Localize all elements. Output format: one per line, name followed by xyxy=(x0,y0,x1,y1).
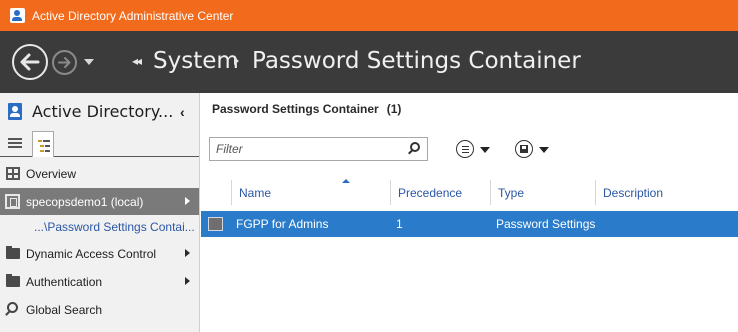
overview-icon xyxy=(6,167,20,180)
history-dropdown-icon[interactable] xyxy=(84,59,94,65)
folder-icon xyxy=(6,274,20,287)
nav-item-label: Dynamic Access Control xyxy=(26,246,157,261)
save-icon xyxy=(515,140,533,158)
back-button[interactable] xyxy=(12,44,48,80)
chevron-right-icon[interactable] xyxy=(185,197,190,205)
filter-field[interactable] xyxy=(209,137,428,161)
app-icon xyxy=(10,8,25,23)
nav-item-label: Authentication xyxy=(26,274,103,289)
list-options-icon xyxy=(456,140,474,158)
nav-pane-header: Active Directory... ‹ xyxy=(0,93,199,131)
search-icon[interactable] xyxy=(410,142,420,152)
nav-item-domain[interactable]: specopsdemo1 (local) xyxy=(0,188,199,215)
item-count: (1) xyxy=(386,102,402,116)
view-options-button[interactable] xyxy=(456,139,496,159)
table-row[interactable]: FGPP for Admins 1 Password Settings xyxy=(201,211,738,237)
nav-item-label: Global Search xyxy=(26,302,103,317)
column-label: Description xyxy=(603,185,664,200)
forward-arrow-icon xyxy=(58,57,71,68)
chevron-down-icon xyxy=(480,147,490,153)
chevron-right-icon[interactable] xyxy=(185,249,190,257)
grid-header: Name Precedence Type Description xyxy=(201,179,738,205)
title-bar: Active Directory Administrative Center xyxy=(0,0,738,31)
column-label: Precedence xyxy=(398,185,463,200)
nav-item-dynamic-access-control[interactable]: Dynamic Access Control xyxy=(0,240,199,267)
column-header-precedence[interactable]: Precedence xyxy=(390,180,490,205)
nav-item-authentication[interactable]: Authentication xyxy=(0,268,199,295)
domain-icon xyxy=(5,194,20,209)
navigation-bar: ◂◂ System Password Settings Container xyxy=(0,31,738,93)
nav-item-password-settings-container[interactable]: ...\Password Settings Contai... xyxy=(34,220,195,234)
password-settings-object-icon xyxy=(208,217,223,231)
filter-input[interactable] xyxy=(210,138,400,160)
nav-item-overview[interactable]: Overview xyxy=(0,160,199,187)
navigation-pane: Active Directory... ‹ Overview specopsde… xyxy=(0,93,200,332)
cell-type: Password Settings xyxy=(496,217,596,231)
column-header-name[interactable]: Name xyxy=(231,179,391,205)
nav-item-label: Overview xyxy=(26,166,77,181)
breadcrumb-current[interactable]: Password Settings Container xyxy=(252,48,581,74)
view-switcher xyxy=(0,131,199,157)
chevron-right-icon[interactable] xyxy=(185,277,190,285)
forward-button[interactable] xyxy=(52,50,77,75)
column-header-description[interactable]: Description xyxy=(595,180,738,205)
breadcrumb-system[interactable]: System xyxy=(153,48,239,74)
container-heading: Password Settings Container (1) xyxy=(212,102,401,116)
container-title: Password Settings Container xyxy=(212,102,379,116)
nav-item-label: specopsdemo1 (local) xyxy=(26,194,144,209)
tree-view-icon[interactable] xyxy=(32,131,54,157)
column-label: Name xyxy=(239,185,272,200)
cell-name: FGPP for Admins xyxy=(236,217,329,231)
breadcrumb-overflow-icon[interactable]: ◂◂ xyxy=(132,54,142,68)
chevron-down-icon xyxy=(539,147,549,153)
back-arrow-icon xyxy=(20,53,40,71)
sort-ascending-icon xyxy=(342,179,350,183)
save-query-button[interactable] xyxy=(515,139,555,159)
cell-precedence: 1 xyxy=(396,217,403,231)
list-view-icon[interactable] xyxy=(8,137,22,150)
window-title: Active Directory Administrative Center xyxy=(32,8,234,23)
collapse-pane-icon[interactable]: ‹ xyxy=(180,104,185,120)
active-directory-icon xyxy=(8,103,22,120)
folder-icon xyxy=(6,246,20,259)
search-icon xyxy=(7,302,18,313)
column-header-type[interactable]: Type xyxy=(490,180,596,205)
nav-item-global-search[interactable]: Global Search xyxy=(0,296,199,323)
nav-pane-title: Active Directory... xyxy=(32,102,174,121)
breadcrumb-separator-icon[interactable] xyxy=(234,57,239,65)
column-label: Type xyxy=(498,185,525,200)
